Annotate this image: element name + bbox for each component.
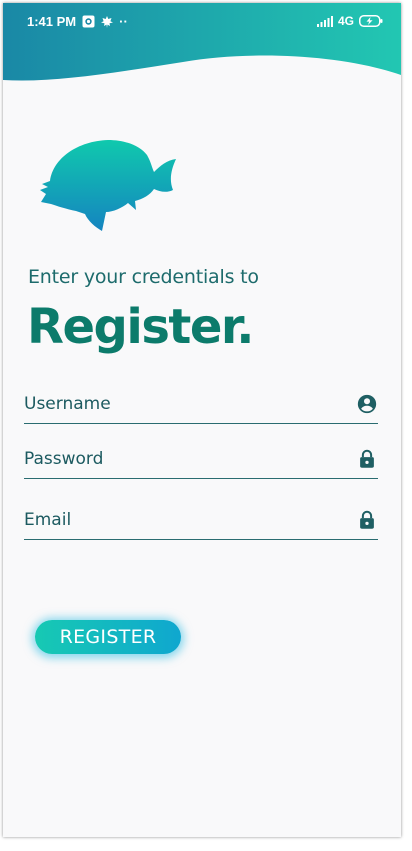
status-right: 4G: [316, 14, 383, 28]
lock-icon: [360, 449, 374, 468]
fish-logo: [40, 140, 176, 231]
battery-charging-icon: [359, 15, 383, 27]
network-type: 4G: [337, 14, 354, 28]
status-left: 1:41 PM ··: [27, 14, 128, 29]
username-field-group: [24, 389, 378, 424]
leaf-notification-icon: [101, 15, 114, 28]
account-circle-icon: [357, 394, 377, 414]
register-button[interactable]: REGISTER: [35, 620, 181, 654]
screen-record-icon: [82, 15, 95, 28]
signal-icon: [316, 15, 333, 27]
email-field-group: [24, 505, 378, 540]
credentials-subtitle: Enter your credentials to: [28, 266, 259, 288]
password-input[interactable]: [24, 444, 344, 474]
status-time: 1:41 PM: [27, 14, 77, 29]
email-input[interactable]: [24, 505, 344, 535]
username-input[interactable]: [24, 389, 344, 419]
status-bar: 1:41 PM ·· 4G: [3, 3, 401, 39]
status-dots: ··: [119, 14, 128, 29]
password-field-group: [24, 444, 378, 479]
page-title: Register.: [27, 299, 254, 355]
phone-screen: 1:41 PM ·· 4G Enter your credentials to …: [3, 3, 401, 837]
lock-icon: [360, 510, 374, 529]
